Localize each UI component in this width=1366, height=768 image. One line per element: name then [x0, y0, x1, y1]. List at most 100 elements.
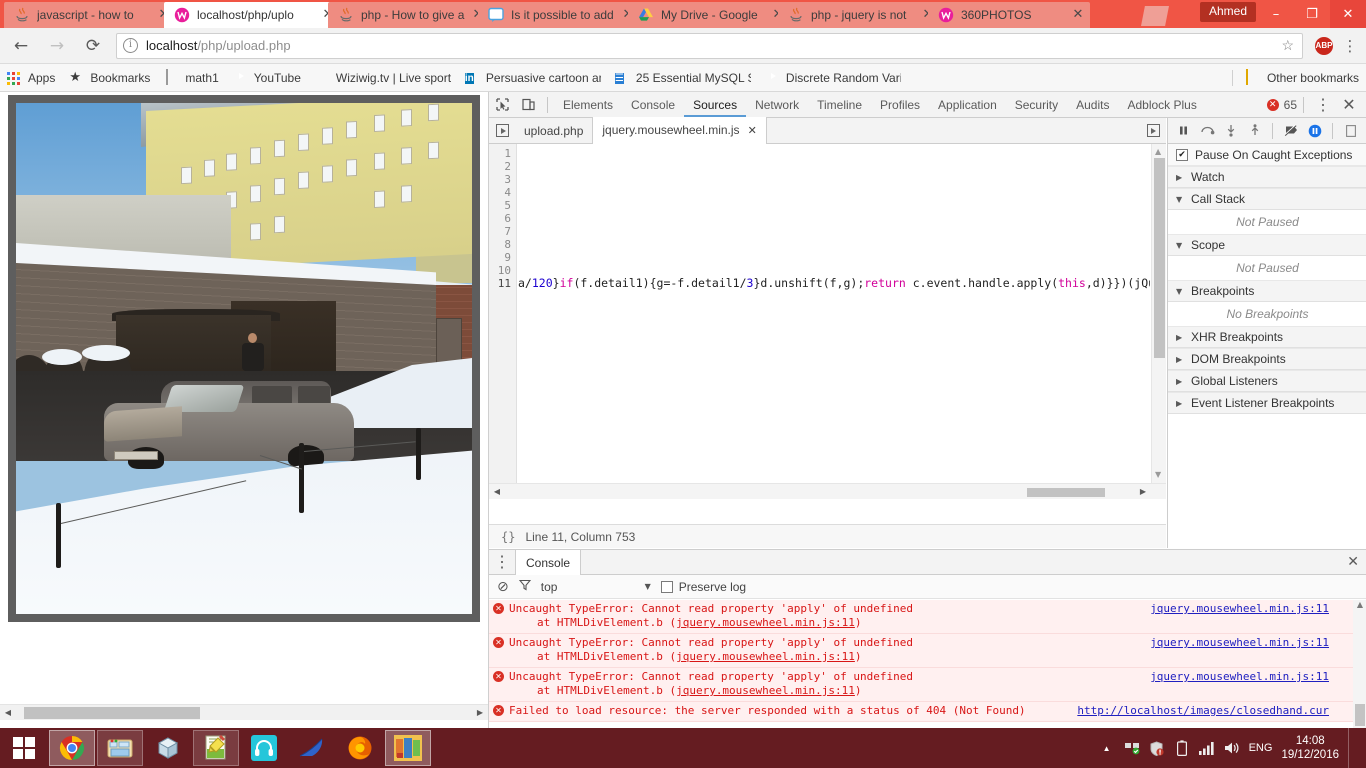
source-file-tab-1[interactable]: jquery.mousewheel.min.js ✕: [592, 117, 767, 144]
browser-tab-3[interactable]: Is it possible to add✕: [478, 2, 640, 28]
line-number[interactable]: 3: [489, 173, 516, 186]
debugger-section-scope[interactable]: ▼ Scope: [1168, 234, 1366, 256]
line-number[interactable]: 9: [489, 251, 516, 264]
stack-source-link[interactable]: jquery.mousewheel.min.js:11: [676, 684, 855, 697]
devtools-tab-timeline[interactable]: Timeline: [808, 92, 871, 117]
scrollbar-thumb[interactable]: [24, 706, 200, 719]
taskbar-item-notepadpp[interactable]: [193, 730, 239, 766]
site-info-icon[interactable]: i: [123, 38, 138, 53]
line-number[interactable]: 10: [489, 264, 516, 277]
taskbar-item-firefox[interactable]: [337, 730, 383, 766]
debugger-section-xhr-breakpoints[interactable]: ▶ XHR Breakpoints: [1168, 326, 1366, 348]
step-into-button[interactable]: [1219, 119, 1243, 143]
step-over-button[interactable]: [1196, 119, 1220, 143]
preserve-log-row[interactable]: Preserve log: [660, 580, 746, 594]
editor-horizontal-scrollbar[interactable]: ◀ ▶: [489, 483, 1166, 499]
taskbar-item-winrar[interactable]: [385, 730, 431, 766]
bookmark-item-7[interactable]: Discrete Random Vari: [758, 67, 908, 89]
bookmark-item-4[interactable]: Wiziwig.tv | Live sport: [308, 67, 458, 89]
error-count-badge[interactable]: ✕ 65: [1266, 98, 1297, 112]
execution-context-select[interactable]: top ▼: [541, 580, 651, 594]
scrollbar-thumb[interactable]: [1355, 704, 1365, 726]
bookmark-item-3[interactable]: YouTube: [226, 67, 308, 89]
start-button[interactable]: [0, 728, 48, 768]
show-debugger-icon[interactable]: [1140, 118, 1166, 143]
line-number[interactable]: 6: [489, 212, 516, 225]
browser-tab-4[interactable]: My Drive - Google✕: [628, 2, 790, 28]
devtools-tab-network[interactable]: Network: [746, 92, 808, 117]
window-close-button[interactable]: ✕: [1330, 0, 1366, 28]
line-number[interactable]: 5: [489, 199, 516, 212]
drawer-close-icon[interactable]: ✕: [1347, 554, 1359, 570]
window-minimize-button[interactable]: –: [1258, 0, 1294, 28]
devtools-tab-audits[interactable]: Audits: [1067, 92, 1118, 117]
browser-tab-0[interactable]: javascript - how to✕: [4, 2, 176, 28]
debugger-section-breakpoints[interactable]: ▼ Breakpoints: [1168, 280, 1366, 302]
browser-tab-2[interactable]: php - How to give a✕: [328, 2, 490, 28]
line-number[interactable]: 1: [489, 147, 516, 160]
console-message-source-link[interactable]: jquery.mousewheel.min.js:11: [1150, 602, 1329, 616]
browser-tab-close-icon[interactable]: ✕: [1070, 7, 1086, 23]
browser-profile-name[interactable]: Ahmed: [1199, 2, 1256, 22]
preserve-log-checkbox[interactable]: [660, 580, 673, 593]
taskbar-item-chrome[interactable]: [49, 730, 95, 766]
line-number[interactable]: 4: [489, 186, 516, 199]
clear-console-icon[interactable]: ⊘: [497, 579, 509, 595]
bookmark-item-1[interactable]: ★ Bookmarks: [62, 67, 157, 89]
volume-icon[interactable]: [1224, 740, 1240, 756]
photo-frame[interactable]: [8, 95, 480, 622]
stack-source-link[interactable]: jquery.mousewheel.min.js:11: [676, 616, 855, 629]
async-toggle-icon[interactable]: [1339, 119, 1363, 143]
devtools-tab-sources[interactable]: Sources: [684, 92, 747, 117]
pause-on-exceptions-button[interactable]: [1303, 119, 1327, 143]
pause-on-caught-exceptions-row[interactable]: ✔ Pause On Caught Exceptions: [1168, 144, 1366, 166]
scrollbar-thumb[interactable]: [1154, 158, 1165, 358]
devtools-tab-elements[interactable]: Elements: [554, 92, 622, 117]
clock[interactable]: 14:08 19/12/2016: [1281, 734, 1339, 762]
page-horizontal-scrollbar[interactable]: ◀ ▶: [0, 704, 488, 720]
bookmark-item-0[interactable]: Apps: [0, 67, 62, 89]
browser-tab-5[interactable]: php - jquery is not✕: [778, 2, 940, 28]
line-number[interactable]: 7: [489, 225, 516, 238]
devtools-tab-console[interactable]: Console: [622, 92, 684, 117]
console-message[interactable]: ✕ Failed to load resource: the server res…: [489, 702, 1366, 722]
deactivate-breakpoints-button[interactable]: [1279, 119, 1303, 143]
scrollbar-track[interactable]: [505, 484, 1135, 500]
pause-on-caught-checkbox[interactable]: ✔: [1176, 148, 1188, 161]
scroll-down-arrow-icon[interactable]: ▼: [1155, 470, 1161, 479]
debugger-section-watch[interactable]: ▶ Watch: [1168, 166, 1366, 188]
panorama-photo[interactable]: [16, 103, 472, 614]
line-number[interactable]: 11: [489, 277, 516, 290]
pretty-print-icon[interactable]: {}: [489, 530, 525, 544]
address-bar[interactable]: i localhost/php/upload.php ☆: [116, 32, 1303, 59]
console-message-source-link[interactable]: jquery.mousewheel.min.js:11: [1150, 636, 1329, 650]
scroll-left-arrow-icon[interactable]: ◀: [489, 487, 505, 496]
bookmark-item-6[interactable]: ☰ 25 Essential MySQL Se: [608, 67, 758, 89]
devtools-tab-application[interactable]: Application: [929, 92, 1006, 117]
back-button[interactable]: ←: [6, 31, 36, 61]
scroll-right-arrow-icon[interactable]: ▶: [1135, 487, 1151, 496]
bookmark-item-2[interactable]: math1: [157, 67, 225, 89]
input-language[interactable]: ENG: [1249, 742, 1273, 754]
source-file-tab-close-icon[interactable]: ✕: [748, 117, 757, 144]
show-navigator-icon[interactable]: [489, 118, 515, 143]
tab-console[interactable]: Console: [515, 549, 582, 575]
debugger-section-event-listener-breakpoints[interactable]: ▶ Event Listener Breakpoints: [1168, 392, 1366, 414]
network-icon[interactable]: [1124, 740, 1140, 756]
reload-button[interactable]: ⟳: [78, 31, 108, 61]
code-content[interactable]: a/120}if(f.detail1){g=-f.detail1/3}d.uns…: [518, 147, 1150, 499]
filter-funnel-icon[interactable]: [518, 579, 531, 594]
console-message[interactable]: ✕ Uncaught TypeError: Cannot read propert…: [489, 634, 1366, 668]
chrome-menu-icon[interactable]: ⋮: [1339, 37, 1361, 55]
battery-icon[interactable]: [1174, 740, 1190, 756]
scrollbar-thumb[interactable]: [1027, 487, 1105, 497]
devtools-tab-profiles[interactable]: Profiles: [871, 92, 929, 117]
show-desktop-button[interactable]: [1348, 728, 1356, 768]
window-maximize-button[interactable]: ❐: [1294, 0, 1330, 28]
debugger-section-dom-breakpoints[interactable]: ▶ DOM Breakpoints: [1168, 348, 1366, 370]
line-number[interactable]: 8: [489, 238, 516, 251]
devtools-close-icon[interactable]: ✕: [1336, 93, 1362, 117]
scroll-up-arrow-icon[interactable]: ▲: [1155, 147, 1161, 156]
taskbar-item-audio-player[interactable]: [241, 730, 287, 766]
new-tab-button[interactable]: [1141, 6, 1169, 26]
